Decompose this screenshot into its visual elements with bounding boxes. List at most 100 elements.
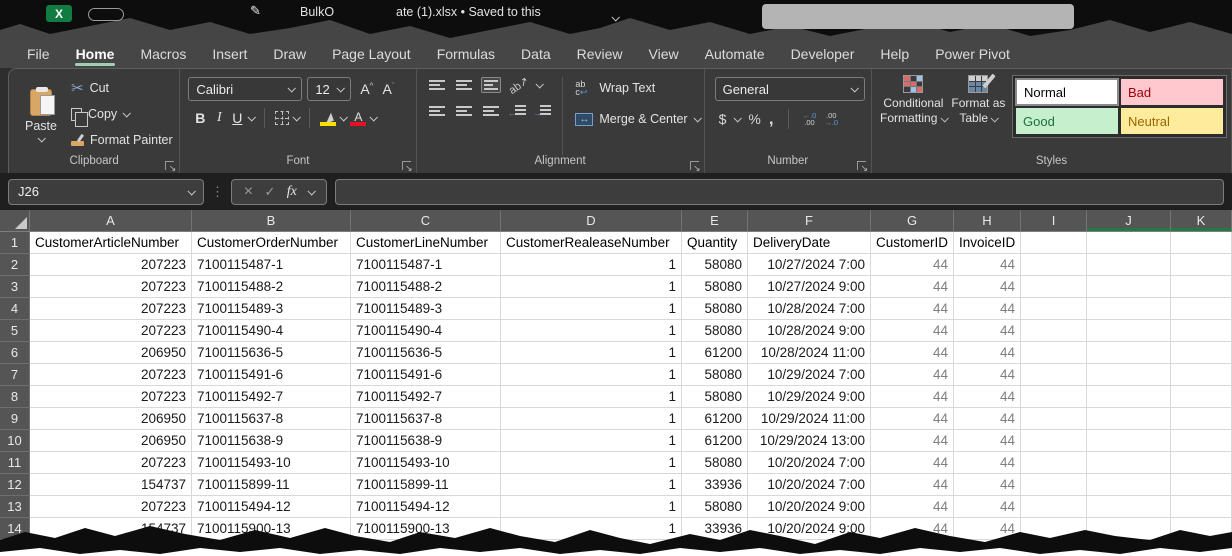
cell-e10[interactable]: 61200 — [682, 430, 748, 452]
cell-h9[interactable]: 44 — [954, 408, 1021, 430]
cell-e1[interactable]: Quantity — [682, 232, 748, 254]
cell-d13[interactable]: 1 — [501, 496, 682, 518]
cell-j14[interactable] — [1087, 518, 1171, 540]
cell-i13[interactable] — [1021, 496, 1087, 518]
cell-f4[interactable]: 10/28/2024 7:00 — [748, 298, 871, 320]
quick-access-button[interactable] — [88, 8, 124, 21]
cell-g12[interactable]: 44 — [871, 474, 954, 496]
tab-file[interactable]: File — [14, 40, 63, 68]
cell-k8[interactable] — [1171, 386, 1232, 408]
cell-j13[interactable] — [1087, 496, 1171, 518]
borders-button[interactable] — [275, 111, 289, 125]
cell-i11[interactable] — [1021, 452, 1087, 474]
align-center-button[interactable] — [454, 103, 474, 119]
decrease-font-size-button[interactable]: Aˇ — [382, 81, 394, 97]
cell-c5[interactable]: 7100115490-4 — [351, 320, 501, 342]
percent-button[interactable]: % — [748, 111, 760, 127]
increase-decimal-button[interactable]: ←.0.00 — [803, 112, 817, 126]
cell-f12[interactable]: 10/20/2024 7:00 — [748, 474, 871, 496]
tab-page-layout[interactable]: Page Layout — [319, 40, 424, 68]
cell-k4[interactable] — [1171, 298, 1232, 320]
cell-k9[interactable] — [1171, 408, 1232, 430]
row-header-14[interactable]: 14 — [0, 518, 30, 540]
cell-g11[interactable]: 44 — [871, 452, 954, 474]
cell-b4[interactable]: 7100115489-3 — [192, 298, 351, 320]
cell-i6[interactable] — [1021, 342, 1087, 364]
tab-power-pivot[interactable]: Power Pivot — [922, 40, 1023, 68]
underline-button[interactable]: U — [230, 110, 244, 126]
cell-b9[interactable]: 7100115637-8 — [192, 408, 351, 430]
cell-h14[interactable]: 44 — [954, 518, 1021, 540]
tab-draw[interactable]: Draw — [260, 40, 319, 68]
tab-home[interactable]: Home — [63, 40, 128, 68]
cell-c3[interactable]: 7100115488-2 — [351, 276, 501, 298]
cell-g1[interactable]: CustomerID — [871, 232, 954, 254]
cell-h4[interactable]: 44 — [954, 298, 1021, 320]
font-size-combo[interactable]: 12 — [307, 77, 351, 101]
merge-center-chevron-icon[interactable] — [693, 114, 701, 122]
cell-e9[interactable]: 61200 — [682, 408, 748, 430]
row-header-5[interactable]: 5 — [0, 320, 30, 342]
cell-g9[interactable]: 44 — [871, 408, 954, 430]
cell-e4[interactable]: 58080 — [682, 298, 748, 320]
cell-f10[interactable]: 10/29/2024 13:00 — [748, 430, 871, 452]
cell-j5[interactable] — [1087, 320, 1171, 342]
cell-b10[interactable]: 7100115638-9 — [192, 430, 351, 452]
cell-e6[interactable]: 61200 — [682, 342, 748, 364]
cell-j10[interactable] — [1087, 430, 1171, 452]
cell-g3[interactable]: 44 — [871, 276, 954, 298]
cell-h5[interactable]: 44 — [954, 320, 1021, 342]
tab-developer[interactable]: Developer — [778, 40, 868, 68]
column-header-f[interactable]: F — [748, 210, 871, 232]
cell-a3[interactable]: 207223 — [30, 276, 192, 298]
cell-c11[interactable]: 7100115493-10 — [351, 452, 501, 474]
align-left-button[interactable] — [427, 103, 447, 119]
cell-j11[interactable] — [1087, 452, 1171, 474]
column-header-c[interactable]: C — [351, 210, 501, 232]
cell-h6[interactable]: 44 — [954, 342, 1021, 364]
cell-d12[interactable]: 1 — [501, 474, 682, 496]
cell-j2[interactable] — [1087, 254, 1171, 276]
cell-b11[interactable]: 7100115493-10 — [192, 452, 351, 474]
comma-style-button[interactable]: , — [769, 115, 774, 123]
paste-button[interactable]: Paste — [13, 75, 69, 155]
cell-c10[interactable]: 7100115638-9 — [351, 430, 501, 452]
row-header-13[interactable]: 13 — [0, 496, 30, 518]
cell-k13[interactable] — [1171, 496, 1232, 518]
cell-b13[interactable]: 7100115494-12 — [192, 496, 351, 518]
cell-k7[interactable] — [1171, 364, 1232, 386]
currency-button[interactable]: $ — [719, 111, 727, 127]
cell-j9[interactable] — [1087, 408, 1171, 430]
cell-a5[interactable]: 207223 — [30, 320, 192, 342]
cell-e7[interactable]: 58080 — [682, 364, 748, 386]
cell-f8[interactable]: 10/29/2024 9:00 — [748, 386, 871, 408]
row-header-9[interactable]: 9 — [0, 408, 30, 430]
font-dialog-launcher[interactable]: ↘ — [402, 161, 411, 170]
column-header-g[interactable]: G — [871, 210, 954, 232]
cell-a10[interactable]: 206950 — [30, 430, 192, 452]
copy-button[interactable]: Copy — [71, 103, 173, 125]
cell-i5[interactable] — [1021, 320, 1087, 342]
cell-style-bad[interactable]: Bad — [1121, 79, 1223, 105]
excel-app-icon[interactable]: X — [46, 5, 72, 22]
cell-c12[interactable]: 7100115899-11 — [351, 474, 501, 496]
cell-a12[interactable]: 154737 — [30, 474, 192, 496]
bold-button[interactable]: B — [192, 110, 208, 126]
cell-f9[interactable]: 10/29/2024 11:00 — [748, 408, 871, 430]
cell-g2[interactable]: 44 — [871, 254, 954, 276]
cell-d14[interactable]: 1 — [501, 518, 682, 540]
column-header-d[interactable]: D — [501, 210, 682, 232]
column-header-h[interactable]: H — [954, 210, 1021, 232]
cell-i10[interactable] — [1021, 430, 1087, 452]
cell-a14[interactable]: 154737 — [30, 518, 192, 540]
cell-h10[interactable]: 44 — [954, 430, 1021, 452]
cell-c14[interactable]: 7100115900-13 — [351, 518, 501, 540]
cell-k11[interactable] — [1171, 452, 1232, 474]
cell-e5[interactable]: 58080 — [682, 320, 748, 342]
format-as-table-button[interactable]: Format asTable — [951, 75, 1006, 126]
tab-view[interactable]: View — [636, 40, 692, 68]
cell-j3[interactable] — [1087, 276, 1171, 298]
fill-color-button[interactable]: ◢ — [320, 110, 336, 126]
row-header-2[interactable]: 2 — [0, 254, 30, 276]
tab-help[interactable]: Help — [867, 40, 922, 68]
